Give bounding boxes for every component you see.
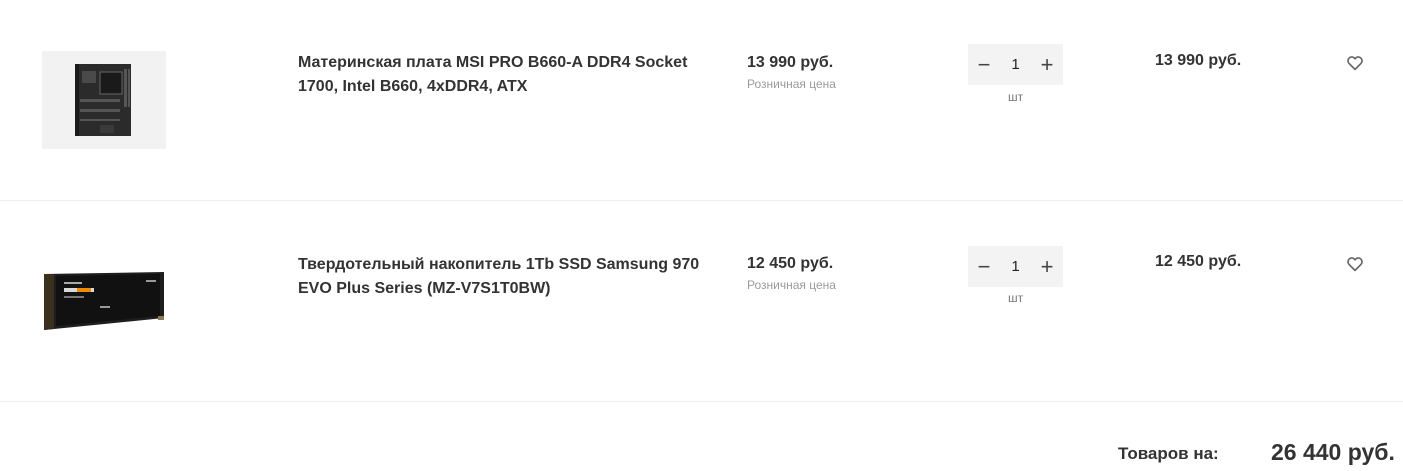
add-to-favorites-button[interactable]: [1346, 255, 1364, 273]
quantity-stepper: − 1 +: [968, 44, 1063, 85]
decrease-quantity-button[interactable]: −: [968, 44, 1000, 85]
cart-item-row: Твердотельный накопитель 1Tb SSD Samsung…: [0, 201, 1403, 402]
unit-price: 12 450 руб.: [747, 255, 834, 272]
quantity-input[interactable]: 1: [1000, 56, 1031, 73]
cart-list: Материнская плата MSI PRO B660-A DDR4 So…: [0, 0, 1403, 471]
add-to-favorites-button[interactable]: [1346, 54, 1364, 72]
quantity-stepper: − 1 +: [968, 246, 1063, 287]
increase-quantity-button[interactable]: +: [1031, 44, 1063, 85]
line-total: 12 450 руб.: [1155, 253, 1242, 270]
quantity-unit: шт: [1007, 291, 1024, 305]
plus-icon: +: [1040, 253, 1054, 279]
heart-outline-icon: [1347, 257, 1363, 272]
motherboard-image: [42, 51, 166, 149]
ssd-image: [42, 254, 166, 352]
plus-icon: +: [1040, 51, 1054, 77]
decrease-quantity-button[interactable]: −: [968, 246, 1000, 287]
cart-summary-total: 26 440 руб.: [1271, 439, 1395, 465]
minus-icon: −: [977, 51, 991, 77]
minus-icon: −: [977, 253, 991, 279]
product-name[interactable]: Твердотельный накопитель 1Tb SSD Samsung…: [298, 253, 728, 301]
quantity-unit: шт: [1007, 90, 1024, 104]
price-type-label: Розничная цена: [747, 77, 836, 91]
unit-price: 13 990 руб.: [747, 54, 834, 71]
price-type-label: Розничная цена: [747, 278, 836, 292]
line-total: 13 990 руб.: [1155, 52, 1242, 69]
increase-quantity-button[interactable]: +: [1031, 246, 1063, 287]
product-image[interactable]: [42, 254, 166, 352]
product-image[interactable]: [42, 51, 166, 149]
cart-item-row: Материнская плата MSI PRO B660-A DDR4 So…: [0, 0, 1403, 201]
product-name[interactable]: Материнская плата MSI PRO B660-A DDR4 So…: [298, 51, 728, 99]
heart-outline-icon: [1347, 56, 1363, 71]
cart-summary-label: Товаров на:: [1118, 444, 1219, 463]
quantity-input[interactable]: 1: [1000, 258, 1031, 275]
